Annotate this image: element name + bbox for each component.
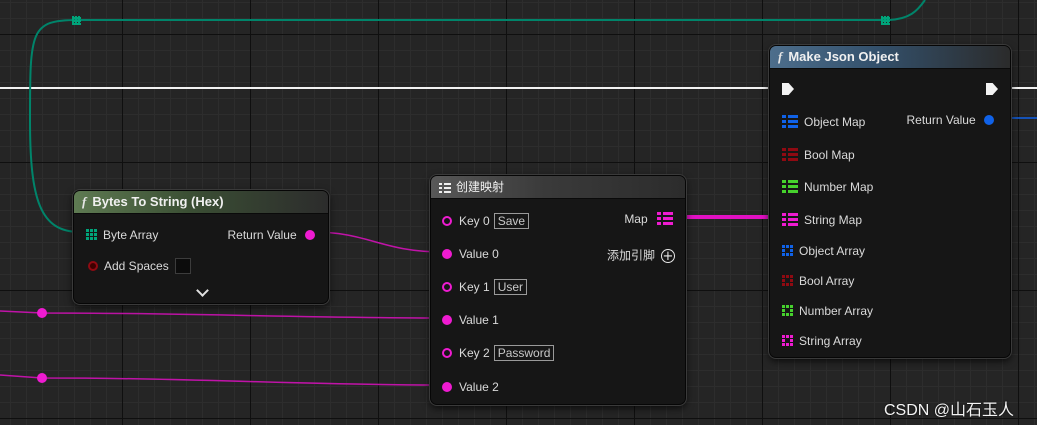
reroute-knot-bytes-left[interactable] <box>72 16 81 25</box>
array-pin-icon <box>782 275 793 287</box>
add-spaces-checkbox[interactable] <box>174 257 191 274</box>
bool-array-pin[interactable]: Bool Array <box>782 272 854 288</box>
reroute-knot-user <box>37 308 47 318</box>
pin-label: Value 1 <box>459 312 499 327</box>
map-pin-icon <box>782 114 798 128</box>
key-2-input[interactable]: Password <box>493 344 555 361</box>
map-pin-icon <box>782 179 798 193</box>
string-pin-icon <box>442 215 452 226</box>
exec-in-pin[interactable] <box>782 82 794 100</box>
byte-array-pin[interactable]: Byte Array <box>86 226 158 242</box>
map-pin-icon <box>782 147 798 161</box>
pin-label: Number Array <box>799 303 874 318</box>
pin-label: Key 1 <box>459 279 490 294</box>
exec-pin-icon <box>986 83 998 95</box>
value-1-pin[interactable]: Value 1 <box>442 311 499 327</box>
bytes-to-string-node[interactable]: f Bytes To String (Hex) Byte Array Add Sp… <box>73 190 329 304</box>
pin-label: Map <box>624 211 648 226</box>
pin-label: String Map <box>804 212 863 227</box>
make-map-icon <box>439 182 451 193</box>
string-pin-icon <box>442 281 452 292</box>
number-map-pin[interactable]: Number Map <box>782 178 873 194</box>
string-pin-icon <box>442 347 452 358</box>
pin-label: Return Value <box>906 112 976 127</box>
pin-label: Add Spaces <box>104 258 169 273</box>
bool-map-pin[interactable]: Bool Map <box>782 146 855 162</box>
string-pin-icon <box>442 381 452 392</box>
add-pin-label: 添加引脚 <box>606 248 655 263</box>
user-string-wire <box>0 310 445 319</box>
reroute-knot-bytes-right[interactable] <box>881 16 890 25</box>
exec-out-pin[interactable] <box>986 82 998 100</box>
node-header[interactable]: f Bytes To String (Hex) <box>74 191 328 214</box>
return-value-pin[interactable]: Return Value <box>227 226 315 242</box>
pin-label: Number Map <box>804 179 874 194</box>
pin-label: Bool Array <box>799 273 855 288</box>
pin-label: String Array <box>799 333 862 348</box>
map-output-pin[interactable]: Map <box>624 210 673 226</box>
pin-label: Value 0 <box>459 246 499 261</box>
array-pin-icon <box>782 335 793 347</box>
pin-label: Value 2 <box>459 379 499 394</box>
exec-pin-icon <box>782 83 794 95</box>
add-spaces-pin[interactable]: Add Spaces <box>88 257 191 274</box>
node-title: Make Json Object <box>788 49 899 64</box>
object-array-pin[interactable]: Object Array <box>782 242 865 258</box>
make-map-node[interactable]: 创建映射 Key 0 Save Value 0 Key 1 User Value 1… <box>430 175 686 405</box>
object-pin-icon <box>984 114 994 125</box>
node-header[interactable]: 创建映射 <box>431 176 685 199</box>
array-grid-icon <box>86 229 97 241</box>
key-2-pin[interactable]: Key 2 Password <box>442 344 555 361</box>
plus-icon: + <box>661 248 675 264</box>
pin-label: Object Map <box>804 114 866 129</box>
number-array-pin[interactable]: Number Array <box>782 302 873 318</box>
watermark: CSDN @山石玉人 <box>884 402 1015 419</box>
key-0-pin[interactable]: Key 0 Save <box>442 212 530 229</box>
array-pin-icon <box>782 305 793 317</box>
map-pin-icon <box>782 212 798 226</box>
map-pin-icon <box>657 211 673 225</box>
string-pin-icon <box>442 248 452 259</box>
reroute-knot-password <box>37 373 47 383</box>
pin-label: Return Value <box>227 227 297 242</box>
hex-string-wire <box>311 231 445 253</box>
byte-array-wire-top <box>78 0 926 21</box>
make-json-object-node[interactable]: f Make Json Object Return Value Object Ma… <box>769 45 1011 358</box>
node-title: Bytes To String (Hex) <box>92 194 224 209</box>
pin-label: Byte Array <box>103 227 159 242</box>
pin-label: Key 0 <box>459 213 490 228</box>
string-pin-icon <box>442 314 452 325</box>
node-header[interactable]: f Make Json Object <box>770 46 1010 69</box>
password-string-wire <box>0 374 445 386</box>
pin-label: Key 2 <box>459 345 490 360</box>
key-0-input[interactable]: Save <box>493 212 530 229</box>
pin-label: Object Array <box>799 243 866 258</box>
key-1-pin[interactable]: Key 1 User <box>442 278 528 295</box>
node-title: 创建映射 <box>456 180 505 194</box>
add-pin-button[interactable]: 添加引脚 + <box>607 247 675 263</box>
string-array-pin[interactable]: String Array <box>782 332 862 348</box>
bool-pin-icon <box>88 260 98 271</box>
chevron-down-icon[interactable] <box>196 284 209 297</box>
function-icon: f <box>778 49 783 64</box>
json-return-value-pin[interactable]: Return Value <box>906 111 994 127</box>
function-icon: f <box>82 194 87 209</box>
pin-label: Bool Map <box>804 147 855 162</box>
value-0-pin[interactable]: Value 0 <box>442 245 499 261</box>
value-2-pin[interactable]: Value 2 <box>442 378 499 394</box>
string-map-pin[interactable]: String Map <box>782 211 862 227</box>
string-pin-icon <box>305 229 315 240</box>
array-pin-icon <box>782 245 793 257</box>
key-1-input[interactable]: User <box>493 278 528 295</box>
object-map-pin[interactable]: Object Map <box>782 113 865 129</box>
